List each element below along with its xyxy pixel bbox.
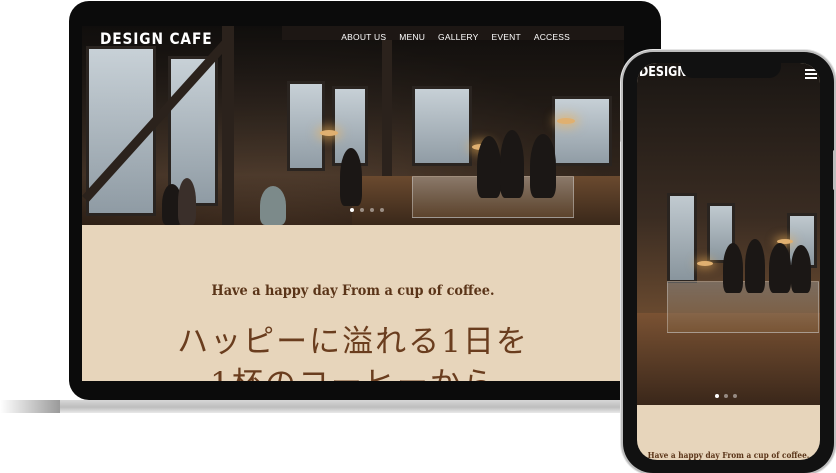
phone-side-button (620, 120, 623, 142)
nav-item-menu[interactable]: MENU (399, 32, 425, 42)
laptop-base-shade (0, 400, 60, 413)
main-navigation: ABOUT US MENU GALLERY EVENT ACCESS (341, 32, 570, 42)
hero-slider-dots (350, 208, 384, 212)
nav-item-event[interactable]: EVENT (492, 32, 521, 42)
slider-dot[interactable] (360, 208, 364, 212)
mobile-english-tagline: Have a happy day From a cup of coffee. (647, 450, 810, 460)
hamburger-menu-icon[interactable] (805, 69, 817, 79)
english-tagline: Have a happy day From a cup of coffee. (211, 283, 495, 299)
mobile-hero-cafe-photo (637, 63, 820, 405)
site-logo[interactable]: DESIGN CAFE (100, 29, 212, 48)
nav-item-about-us[interactable]: ABOUT US (341, 32, 386, 42)
laptop-base (0, 400, 640, 413)
japanese-headline-line-2: 1杯のコーヒーから (82, 358, 624, 381)
slider-dot[interactable] (724, 394, 728, 398)
slider-dot[interactable] (715, 394, 719, 398)
slider-dot[interactable] (370, 208, 374, 212)
japanese-headline-line-1: ハッピーに溢れる1日を (177, 324, 529, 360)
slider-dot[interactable] (380, 208, 384, 212)
slider-dot[interactable] (350, 208, 354, 212)
nav-item-access[interactable]: ACCESS (534, 32, 570, 42)
nav-item-gallery[interactable]: GALLERY (438, 32, 478, 42)
desktop-site-screen: DESIGN CAFE ABOUT US MENU GALLERY EVENT … (82, 26, 624, 381)
slider-dot[interactable] (733, 394, 737, 398)
phone-notch (681, 61, 781, 78)
mobile-site-screen: DESIGN CAFE Have a happy day From a cup … (637, 63, 820, 460)
mobile-slider-dots (715, 394, 737, 398)
hero-cafe-photo (82, 26, 624, 225)
